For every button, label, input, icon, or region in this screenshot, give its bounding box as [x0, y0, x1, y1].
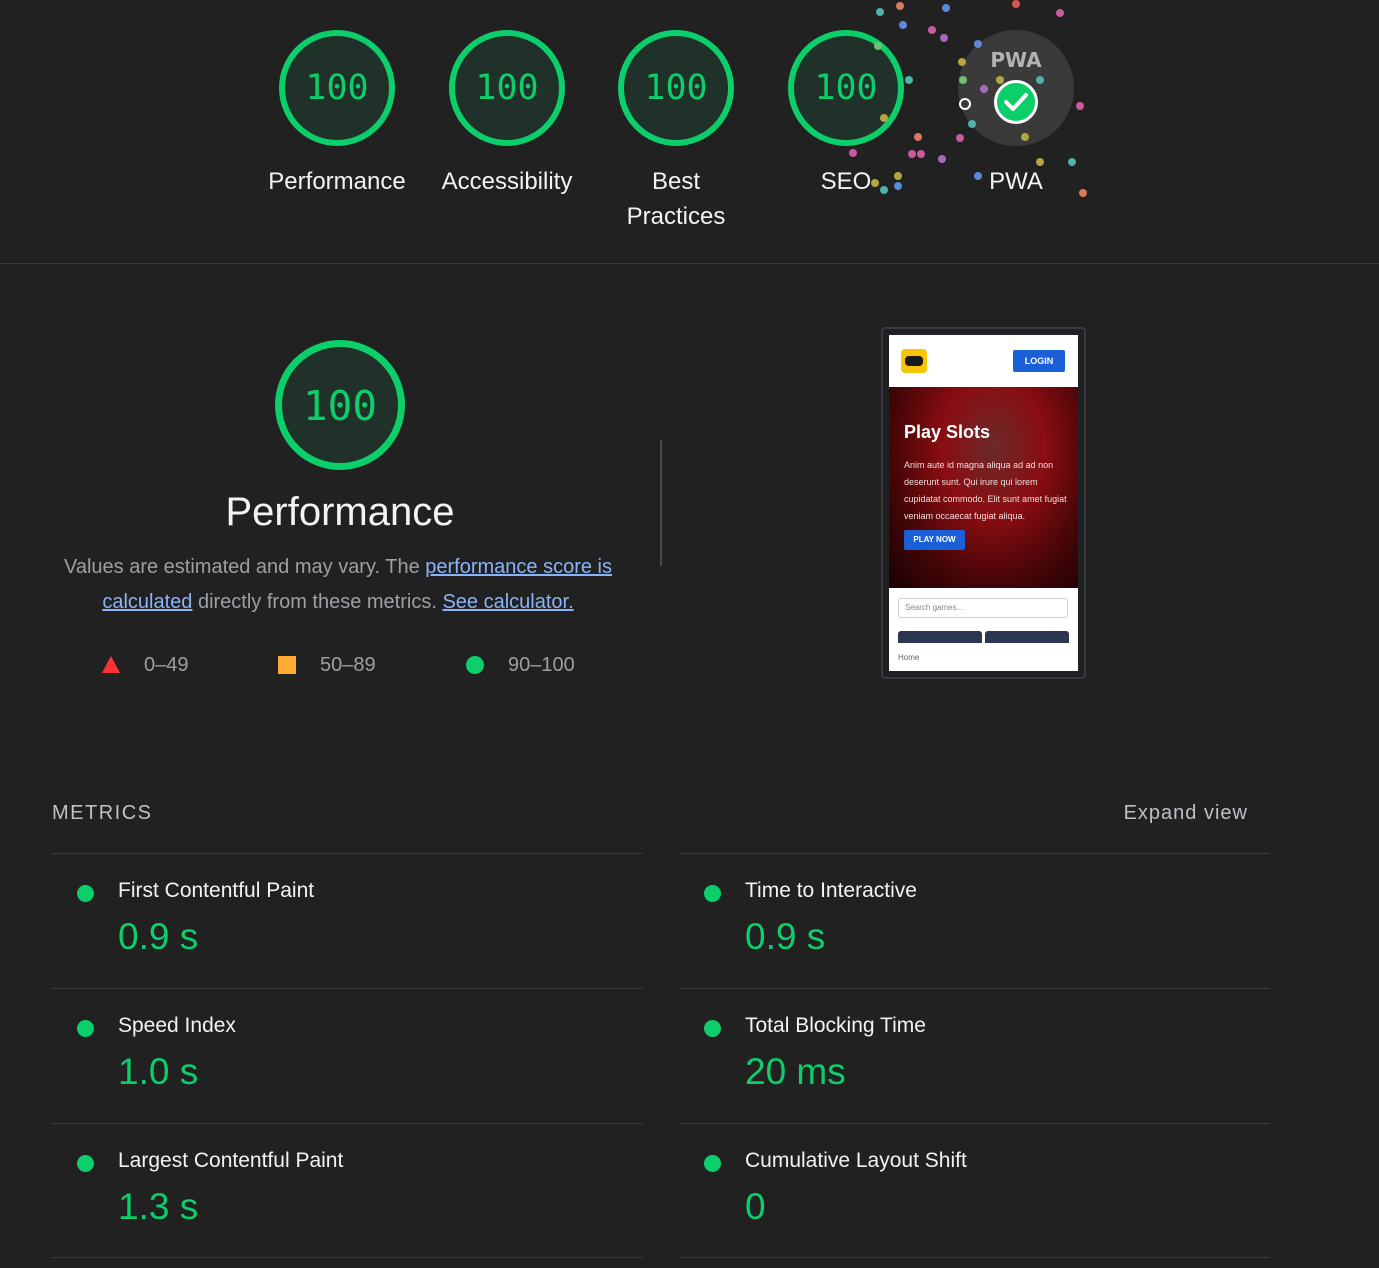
metric-value: 20 ms	[745, 1051, 846, 1092]
metric-value: 0.9 s	[745, 916, 826, 957]
metric-speed-index: Speed Index 1.0 s	[52, 988, 643, 1124]
screenshot-search-input: Search games...	[898, 598, 1068, 618]
legend-range: 90–100	[508, 654, 575, 676]
pwa-badge: PWA	[958, 30, 1074, 146]
screenshot-game-thumb	[898, 631, 982, 643]
gauge-ring: 100	[275, 340, 405, 470]
screenshot-game-thumb	[985, 631, 1069, 643]
metric-name: Cumulative Layout Shift	[745, 1149, 967, 1172]
gamepad-icon	[901, 349, 927, 373]
metric-total-blocking-time: Total Blocking Time 20 ms	[679, 988, 1270, 1124]
metric-value: 1.3 s	[118, 1186, 199, 1227]
gauge-seo[interactable]: 100 SEO	[766, 30, 926, 199]
gauge-label: Best Practices	[626, 168, 726, 230]
gauge-score: 100	[305, 68, 369, 108]
performance-title: Performance	[225, 490, 455, 534]
gauge-accessibility[interactable]: 100 Accessibility	[427, 30, 587, 199]
gauge-label: Performance	[268, 168, 406, 195]
metrics-divider	[679, 1257, 1270, 1258]
gauge-label: Accessibility	[441, 168, 573, 195]
performance-gauge-large: 100	[275, 340, 405, 470]
metric-cumulative-layout-shift: Cumulative Layout Shift 0	[679, 1123, 1270, 1259]
gauge-score: 100	[475, 68, 539, 108]
metric-value: 0	[745, 1186, 766, 1227]
desc-text: Values are estimated and may vary. The	[63, 556, 426, 578]
screenshot-login-button: LOGIN	[1013, 350, 1065, 372]
pass-circle-icon	[77, 1155, 94, 1172]
gauge-performance[interactable]: 100 Performance	[257, 30, 417, 199]
check-icon	[994, 80, 1038, 124]
gauge-best-practices[interactable]: 100 Best Practices	[596, 30, 756, 234]
see-calculator-link[interactable]: See calculator.	[442, 591, 573, 613]
pass-circle-icon	[704, 1020, 721, 1037]
pass-circle-icon	[77, 1020, 94, 1037]
gauge-ring: 100	[788, 30, 904, 146]
metrics-heading: METRICS	[52, 802, 153, 824]
header-divider	[0, 263, 1379, 264]
gauge-score: 100	[644, 68, 708, 108]
performance-description: Values are estimated and may vary. The p…	[52, 550, 624, 620]
screenshot-screen: LOGIN Play Slots Anim aute id magna aliq…	[889, 335, 1078, 671]
gauge-pwa[interactable]: PWA PWA	[936, 30, 1096, 199]
circle-icon	[466, 656, 484, 674]
metrics-divider	[52, 1257, 643, 1258]
metric-name: Total Blocking Time	[745, 1014, 926, 1037]
metric-value: 0.9 s	[118, 916, 199, 957]
screenshot-play-button: PLAY NOW	[904, 530, 965, 550]
gauge-ring: 100	[449, 30, 565, 146]
metric-first-contentful-paint: First Contentful Paint 0.9 s	[52, 853, 643, 989]
metric-name: Largest Contentful Paint	[118, 1149, 344, 1172]
gauge-ring: 100	[279, 30, 395, 146]
gauge-score: 100	[302, 382, 378, 430]
metric-name: Speed Index	[118, 1014, 236, 1037]
metric-largest-contentful-paint: Largest Contentful Paint 1.3 s	[52, 1123, 643, 1259]
pass-circle-icon	[704, 885, 721, 902]
legend-range: 50–89	[320, 654, 376, 676]
pwa-badge-text: PWA	[990, 48, 1042, 72]
screenshot-header: LOGIN	[889, 335, 1078, 387]
screenshot-hero-text: Anim aute id magna aliqua ad ad non dese…	[904, 460, 1067, 521]
screenshot-hero: Play Slots Anim aute id magna aliqua ad …	[889, 387, 1078, 588]
final-screenshot[interactable]: LOGIN Play Slots Anim aute id magna aliq…	[881, 327, 1086, 679]
pass-circle-icon	[704, 1155, 721, 1172]
metric-time-to-interactive: Time to Interactive 0.9 s	[679, 853, 1270, 989]
triangle-icon	[102, 656, 120, 673]
desc-text: directly from these metrics.	[192, 591, 443, 613]
metric-value: 1.0 s	[118, 1051, 199, 1092]
vertical-separator	[660, 440, 662, 566]
score-legend: 0–49 50–89 90–100	[0, 650, 700, 680]
screenshot-home-link: Home	[898, 653, 920, 662]
screenshot-hero-title: Play Slots	[904, 422, 991, 442]
pass-circle-icon	[77, 885, 94, 902]
gauge-label: SEO	[820, 168, 872, 195]
metric-name: Time to Interactive	[745, 879, 917, 902]
square-icon	[278, 656, 296, 674]
metric-name: First Contentful Paint	[118, 879, 315, 902]
gauge-label: PWA	[989, 168, 1043, 195]
legend-range: 0–49	[144, 654, 189, 676]
category-gauges: 100 Performance 100 Accessibility 100 Be…	[0, 0, 1379, 263]
gauge-ring: 100	[618, 30, 734, 146]
gauge-score: 100	[814, 68, 878, 108]
expand-view-toggle[interactable]: Expand view	[1124, 802, 1248, 825]
